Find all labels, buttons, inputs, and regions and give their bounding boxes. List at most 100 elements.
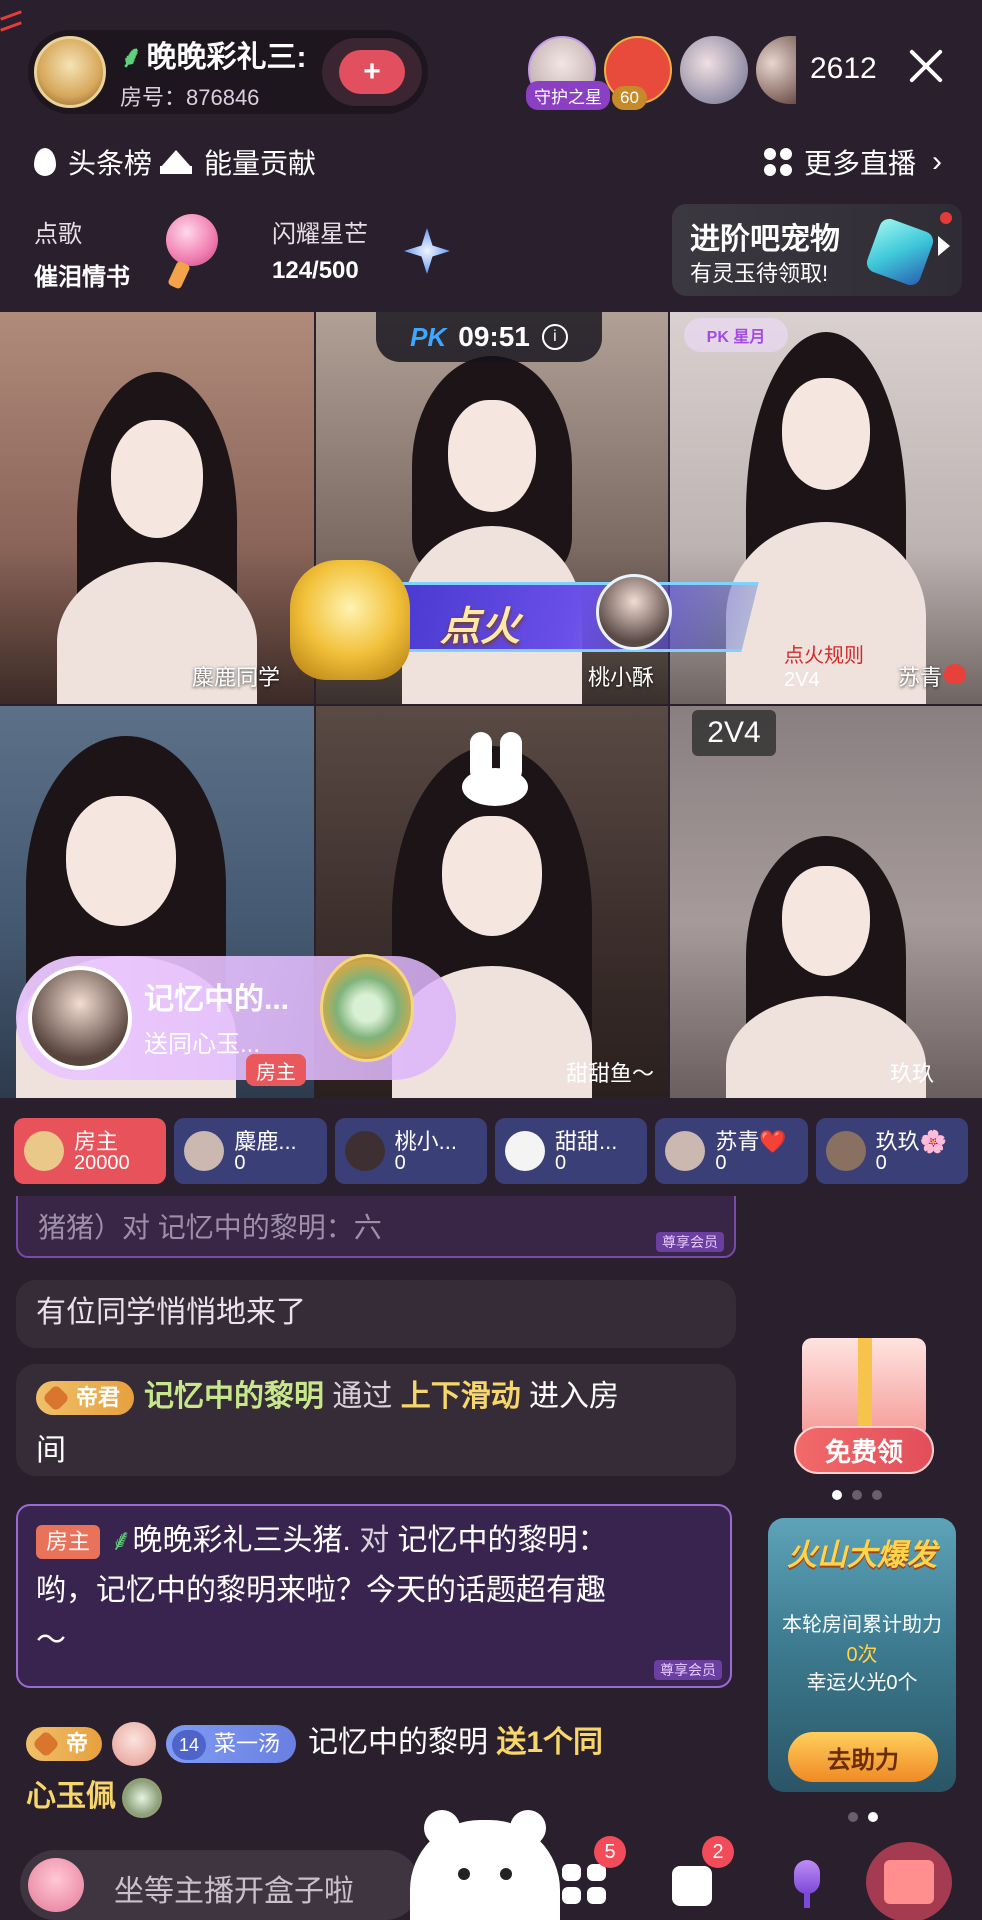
level-badge: 60 xyxy=(612,86,647,110)
song-title: 催泪情书 xyxy=(34,264,130,291)
grid-icon xyxy=(764,148,792,176)
host-role-badge: 房主 xyxy=(246,1054,306,1086)
ignite-rules[interactable]: 点火规则 2V4 xyxy=(784,644,864,692)
heart-icon xyxy=(944,664,966,684)
host-avatar[interactable] xyxy=(34,36,106,108)
subnav: 头条榜 能量贡献 更多直播 › xyxy=(0,132,982,192)
avatar xyxy=(24,1131,64,1171)
chat-message[interactable]: 帝君 记忆中的黎明 通过 上下滑动 进入房 间 xyxy=(16,1364,736,1476)
pk-timer[interactable]: PK 09:51 i xyxy=(376,312,602,362)
top-bar: ⸙ 晚晚彩礼三: 房号：876846 + 守护之星 60 2612 xyxy=(0,0,982,130)
score-chip[interactable]: 苏青❤️ 0 xyxy=(655,1118,808,1184)
host-name: 晚晚彩礼三: xyxy=(146,41,307,74)
sender-avatar[interactable] xyxy=(28,966,132,1070)
widget-row: 点歌 催泪情书 闪耀星芒 124/500 进阶吧宠物 有灵玉待领取! xyxy=(0,200,982,300)
more-live-label: 更多直播 xyxy=(804,148,917,179)
vip-tag: 尊享会员 xyxy=(656,1232,724,1252)
mic-button[interactable] xyxy=(776,1852,836,1912)
score-chip[interactable]: 甜甜... 0 xyxy=(494,1118,648,1184)
energy-label: 能量贡献 xyxy=(204,148,317,179)
heart-plus-icon: + xyxy=(339,50,405,94)
top-viewers[interactable]: 守护之星 60 xyxy=(526,36,796,110)
star-gem-icon[interactable] xyxy=(392,216,462,286)
pet-card[interactable]: 进阶吧宠物 有灵玉待领取! xyxy=(672,204,962,296)
gift-button[interactable] xyxy=(866,1842,952,1920)
room-number: 房号：876846 xyxy=(120,85,260,110)
chat-user[interactable]: 记忆中的黎明 xyxy=(144,1380,324,1413)
games-button[interactable]: 5 xyxy=(556,1836,626,1912)
carousel-dots xyxy=(832,1490,882,1500)
chat-message[interactable]: 有位同学悄悄地来了 xyxy=(16,1280,736,1348)
assist-button[interactable]: 去助力 xyxy=(788,1732,938,1782)
free-gift-widget[interactable]: 免费领 xyxy=(794,1338,934,1474)
free-claim-button[interactable]: 免费领 xyxy=(794,1426,934,1474)
avatar xyxy=(825,1131,866,1171)
song-label: 点歌 xyxy=(34,221,82,248)
star-progress-value: 124/500 xyxy=(272,257,359,284)
song-request[interactable]: 点歌 催泪情书 xyxy=(34,214,130,292)
streamer-name: 苏青 xyxy=(897,665,942,690)
pk-countdown: 09:51 xyxy=(458,321,530,352)
gem-icon xyxy=(864,216,936,288)
messages-button[interactable]: 2 xyxy=(664,1836,734,1912)
chat-gift-message[interactable]: 帝 14 菜一汤 记忆中的黎明 送1个同 心玉佩 xyxy=(16,1708,736,1820)
chat-message-faded[interactable]: 猪猪）对 记忆中的黎明：六 尊享会员 xyxy=(16,1196,736,1258)
viewer-avatar[interactable]: 60 xyxy=(604,36,672,110)
avatar xyxy=(665,1131,706,1171)
games-badge: 5 xyxy=(594,1836,626,1868)
video-cell[interactable] xyxy=(670,706,982,1098)
candy-mic-icon[interactable] xyxy=(166,214,226,290)
close-icon[interactable] xyxy=(904,44,948,88)
score-chip[interactable]: 桃小... 0 xyxy=(334,1118,487,1184)
bear-mascot-icon xyxy=(410,1810,560,1920)
chat-input[interactable]: 坐等主播开盒子啦 xyxy=(20,1850,420,1920)
jade-pendant-icon xyxy=(122,1778,162,1819)
pk-mode-label: 2V4 xyxy=(692,710,776,756)
viewer-avatar[interactable] xyxy=(756,36,796,104)
energy-link[interactable]: 能量贡献 xyxy=(160,142,316,182)
more-live-link[interactable]: 更多直播 › xyxy=(764,142,942,182)
chat-user[interactable]: 晚晚彩礼三头猪. xyxy=(133,1524,351,1557)
mic-icon xyxy=(794,1860,820,1894)
avatar xyxy=(184,1131,225,1171)
emoji-avatar-icon xyxy=(28,1858,84,1912)
pet-subtitle: 有灵玉待领取! xyxy=(690,261,829,286)
pk-logo: PK xyxy=(410,321,447,352)
pk-rank-badge[interactable]: PK 星月 xyxy=(684,318,788,352)
messages-badge: 2 xyxy=(702,1836,734,1868)
gift-box-icon xyxy=(802,1338,926,1438)
host-tag: 房主 xyxy=(36,1525,101,1560)
viewer-count[interactable]: 2612 xyxy=(810,52,877,86)
streamer-name: 甜甜鱼～ xyxy=(566,1061,655,1086)
pk-score-bar: 房主 20000 麋鹿... 0 桃小... 0 甜甜... 0 苏青❤️ 0 玖玖🌸 0 xyxy=(14,1118,968,1186)
ignite-text: 点火 xyxy=(440,605,520,649)
pet-title: 进阶吧宠物 xyxy=(690,223,840,256)
fan-club-badge: 14 菜一汤 xyxy=(166,1725,297,1764)
play-arrow-icon xyxy=(938,236,950,256)
streamer-name: 玖玖 xyxy=(890,1061,935,1086)
info-icon[interactable]: i xyxy=(541,324,568,350)
follow-button[interactable]: + xyxy=(322,38,422,106)
star-progress[interactable]: 闪耀星芒 124/500 xyxy=(272,214,368,285)
score-chip[interactable]: 麋鹿... 0 xyxy=(174,1118,327,1184)
viewer-avatar[interactable] xyxy=(680,36,748,104)
rank-tag: 帝君 xyxy=(36,1381,135,1416)
avatar xyxy=(504,1131,545,1171)
chat-user[interactable]: 记忆中的黎明 xyxy=(308,1726,488,1759)
ignite-banner: 点火 xyxy=(250,560,760,680)
leaf-icon: ⸙ xyxy=(120,41,143,74)
carousel-dots xyxy=(848,1812,878,1822)
leaf-icon: ⸙ xyxy=(110,1524,133,1557)
guardian-badge: 守护之星 xyxy=(526,81,610,110)
ignite-user-avatar xyxy=(596,574,672,650)
fist-icon xyxy=(290,560,410,680)
star-label: 闪耀星芒 xyxy=(272,221,368,248)
volcano-event-card[interactable]: 火山大爆发 本轮房间累计助力 0次 幸运火光0个 去助力 xyxy=(768,1518,956,1792)
headline-rank-link[interactable]: 头条榜 xyxy=(34,142,152,182)
score-chip[interactable]: 房主 20000 xyxy=(14,1118,167,1184)
chat-message-highlight[interactable]: 房主 ⸙晚晚彩礼三头猪. 对 记忆中的黎明： 哟，记忆中的黎明来啦？今天的话题超有… xyxy=(16,1504,732,1688)
score-chip[interactable]: 玖玖🌸 0 xyxy=(815,1118,968,1184)
crown-icon xyxy=(160,150,192,174)
notification-dot xyxy=(940,212,952,224)
viewer-avatar[interactable]: 守护之星 xyxy=(526,36,610,110)
